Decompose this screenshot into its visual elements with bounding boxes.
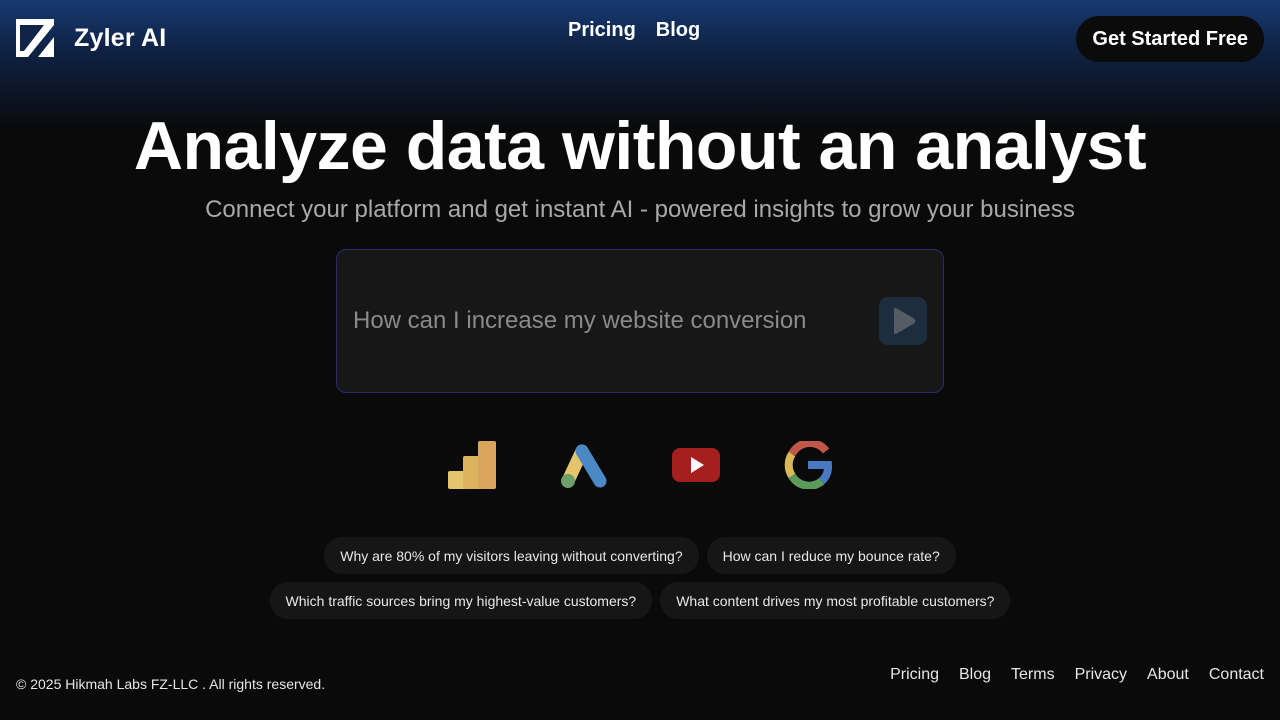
brand-name: Zyler AI — [74, 23, 167, 52]
suggestion-row: Why are 80% of my visitors leaving witho… — [0, 537, 1280, 574]
google-ads-icon[interactable] — [560, 441, 608, 489]
play-icon — [894, 308, 916, 334]
suggestion-row: Which traffic sources bring my highest-v… — [0, 582, 1280, 619]
hero-subtitle: Connect your platform and get instant AI… — [205, 196, 1075, 223]
footer-link-about[interactable]: About — [1147, 666, 1189, 684]
footer-link-privacy[interactable]: Privacy — [1075, 666, 1127, 684]
copyright-text: © 2025 Hikmah Labs FZ-LLC . All rights r… — [16, 676, 326, 692]
footer-link-contact[interactable]: Contact — [1209, 666, 1264, 684]
google-icon[interactable] — [784, 441, 832, 489]
send-query-button[interactable] — [879, 297, 927, 345]
query-box — [336, 249, 944, 393]
suggested-questions: Why are 80% of my visitors leaving witho… — [0, 537, 1280, 627]
suggestion-chip[interactable]: Which traffic sources bring my highest-v… — [269, 582, 653, 619]
suggestion-chip[interactable]: How can I reduce my bounce rate? — [706, 537, 956, 574]
site-footer: © 2025 Hikmah Labs FZ-LLC . All rights r… — [0, 660, 1280, 720]
hero-title: Analyze data without an analyst — [133, 108, 1147, 184]
nav-item-blog[interactable]: Blog — [656, 19, 700, 42]
suggestion-chip[interactable]: Why are 80% of my visitors leaving witho… — [324, 537, 699, 574]
youtube-icon[interactable] — [672, 441, 720, 489]
nav-item-pricing[interactable]: Pricing — [568, 19, 636, 42]
integrations-row — [448, 441, 832, 489]
get-started-button[interactable]: Get Started Free — [1076, 16, 1264, 62]
footer-link-blog[interactable]: Blog — [959, 666, 991, 684]
site-header: Zyler AI Pricing Blog Get Started Free — [0, 0, 1280, 80]
footer-link-pricing[interactable]: Pricing — [890, 666, 939, 684]
main-nav: Pricing Blog — [568, 19, 700, 42]
suggestion-chip[interactable]: What content drives my most profitable c… — [660, 582, 1011, 619]
footer-nav: Pricing Blog Terms Privacy About Contact — [890, 666, 1264, 684]
brand-logo-link[interactable]: Zyler AI — [16, 19, 166, 57]
google-analytics-icon[interactable] — [448, 441, 496, 489]
query-input[interactable] — [353, 302, 873, 340]
footer-link-terms[interactable]: Terms — [1011, 666, 1055, 684]
zyler-z-logo-icon — [16, 19, 54, 57]
